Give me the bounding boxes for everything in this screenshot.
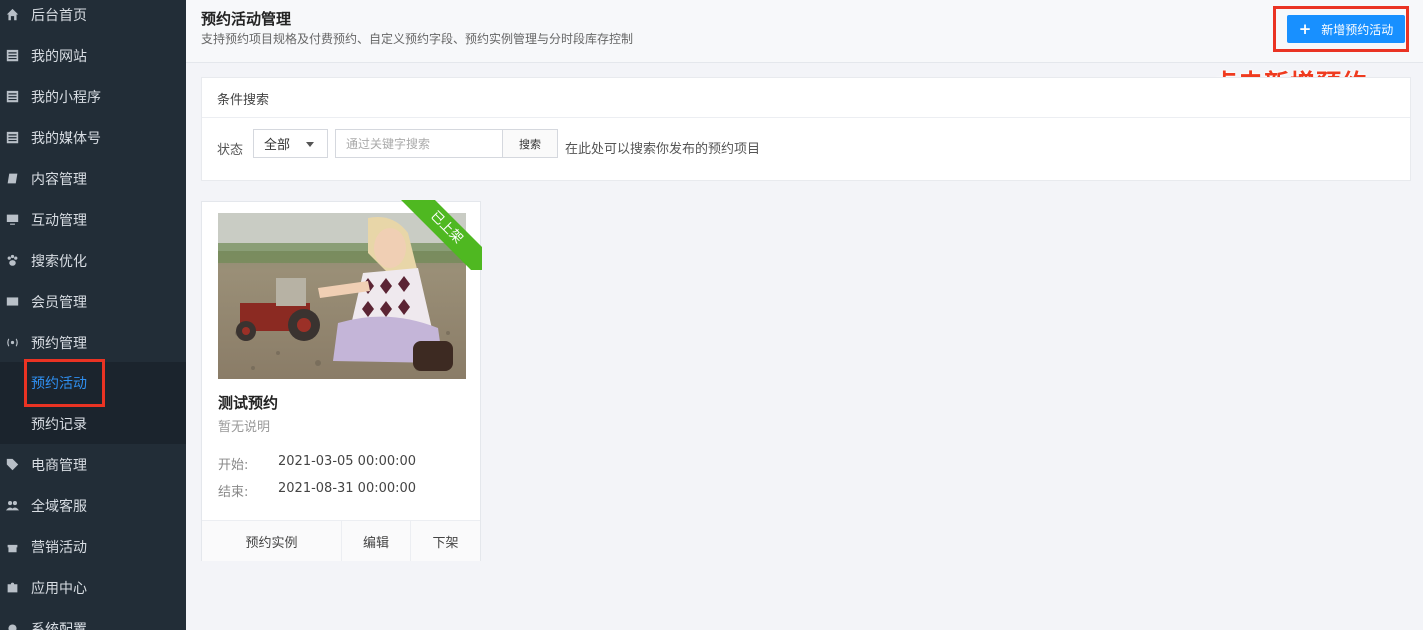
puzzle-icon	[5, 581, 19, 595]
caret-down-icon	[306, 142, 314, 147]
sidebar-item-system-config[interactable]: 系统配置	[0, 608, 186, 630]
sidebar-item-media-account[interactable]: 我的媒体号	[0, 117, 186, 158]
start-label: 开始:	[218, 458, 249, 473]
status-ribbon: 已上架	[380, 200, 482, 270]
tags-icon	[5, 458, 19, 472]
edit-button[interactable]: 编辑	[342, 521, 410, 561]
instances-button[interactable]: 预约实例	[202, 521, 341, 561]
sidebar-item-mini-program[interactable]: 我的小程序	[0, 76, 186, 117]
sidebar: 后台首页 我的网站 我的小程序 我的媒体号 内容管理 互动管理 搜索优化 会员管…	[0, 0, 186, 630]
status-select-value: 全部	[264, 138, 291, 153]
sidebar-item-reservation[interactable]: 预约管理	[0, 322, 186, 363]
start-value: 2021-03-05 00:00:00	[278, 454, 417, 469]
sidebar-item-label: 后台首页	[31, 7, 87, 24]
page-subtitle: 支持预约项目规格及付费预约、自定义预约字段、预约实例管理与分时段库存控制	[201, 32, 634, 46]
end-label: 结束:	[218, 485, 249, 500]
sidebar-item-seo[interactable]: 搜索优化	[0, 240, 186, 281]
gift-icon	[5, 540, 19, 554]
search-button[interactable]: 搜索	[502, 129, 558, 158]
sidebar-item-content[interactable]: 内容管理	[0, 158, 186, 199]
sidebar-item-label: 营销活动	[31, 539, 87, 556]
sidebar-item-my-website[interactable]: 我的网站	[0, 35, 186, 76]
id-card-icon	[5, 295, 19, 309]
sidebar-item-customer-service[interactable]: 全域客服	[0, 485, 186, 526]
search-panel: 条件搜索 状态 全部 搜索 在此处可以搜索你发布的预约项目	[201, 77, 1411, 181]
sidebar-item-label: 我的网站	[31, 48, 87, 65]
status-label: 状态	[217, 143, 244, 158]
panel-title: 条件搜索	[217, 93, 270, 108]
page-title: 预约活动管理	[201, 10, 292, 28]
broadcast-icon	[5, 336, 19, 350]
paw-icon	[5, 254, 19, 268]
book-icon	[5, 172, 19, 186]
plus-icon: +	[1298, 20, 1312, 38]
sidebar-item-marketing[interactable]: 营销活动	[0, 526, 186, 567]
sidebar-item-members[interactable]: 会员管理	[0, 281, 186, 322]
sidebar-item-interaction[interactable]: 互动管理	[0, 199, 186, 240]
status-ribbon-label: 已上架	[398, 200, 482, 270]
home-icon	[5, 8, 19, 22]
add-reservation-label: 新增预约活动	[1321, 22, 1394, 37]
sidebar-item-label: 互动管理	[31, 212, 87, 229]
monitor-icon	[5, 213, 19, 227]
list-icon	[5, 90, 19, 104]
page-header: 预约活动管理 支持预约项目规格及付费预约、自定义预约字段、预约实例管理与分时段库…	[186, 0, 1423, 63]
sidebar-item-label: 内容管理	[31, 171, 87, 188]
reservation-submenu: 预约活动 预约记录	[0, 362, 186, 444]
sidebar-item-label: 搜索优化	[31, 253, 87, 270]
submenu-item-records[interactable]: 预约记录	[31, 403, 87, 444]
card-actions: 预约实例 编辑 下架	[202, 520, 480, 561]
submenu-item-activities[interactable]: 预约活动	[31, 362, 87, 403]
sidebar-item-label: 我的媒体号	[31, 130, 101, 147]
gear-icon	[5, 622, 19, 630]
sidebar-item-label: 系统配置	[31, 621, 87, 630]
unpublish-button[interactable]: 下架	[411, 521, 480, 561]
add-reservation-button[interactable]: + 新增预约活动	[1287, 15, 1405, 43]
sidebar-item-label: 应用中心	[31, 580, 87, 597]
sidebar-item-app-center[interactable]: 应用中心	[0, 567, 186, 608]
list-icon	[5, 49, 19, 63]
users-icon	[5, 499, 19, 513]
end-value: 2021-08-31 00:00:00	[278, 481, 417, 496]
list-icon	[5, 131, 19, 145]
sidebar-item-ecommerce[interactable]: 电商管理	[0, 444, 186, 485]
divider	[202, 117, 1410, 118]
card-description: 暂无说明	[218, 420, 271, 435]
status-select[interactable]: 全部	[253, 129, 328, 158]
search-input[interactable]	[335, 129, 503, 158]
sidebar-item-label: 会员管理	[31, 294, 87, 311]
sidebar-item-label: 全域客服	[31, 498, 87, 515]
sidebar-item-label: 预约管理	[31, 335, 87, 352]
card-title[interactable]: 测试预约	[218, 392, 278, 413]
sidebar-item-dashboard[interactable]: 后台首页	[0, 0, 186, 35]
search-hint: 在此处可以搜索你发布的预约项目	[565, 142, 761, 157]
sidebar-item-label: 电商管理	[31, 457, 87, 474]
sidebar-item-label: 我的小程序	[31, 89, 101, 106]
